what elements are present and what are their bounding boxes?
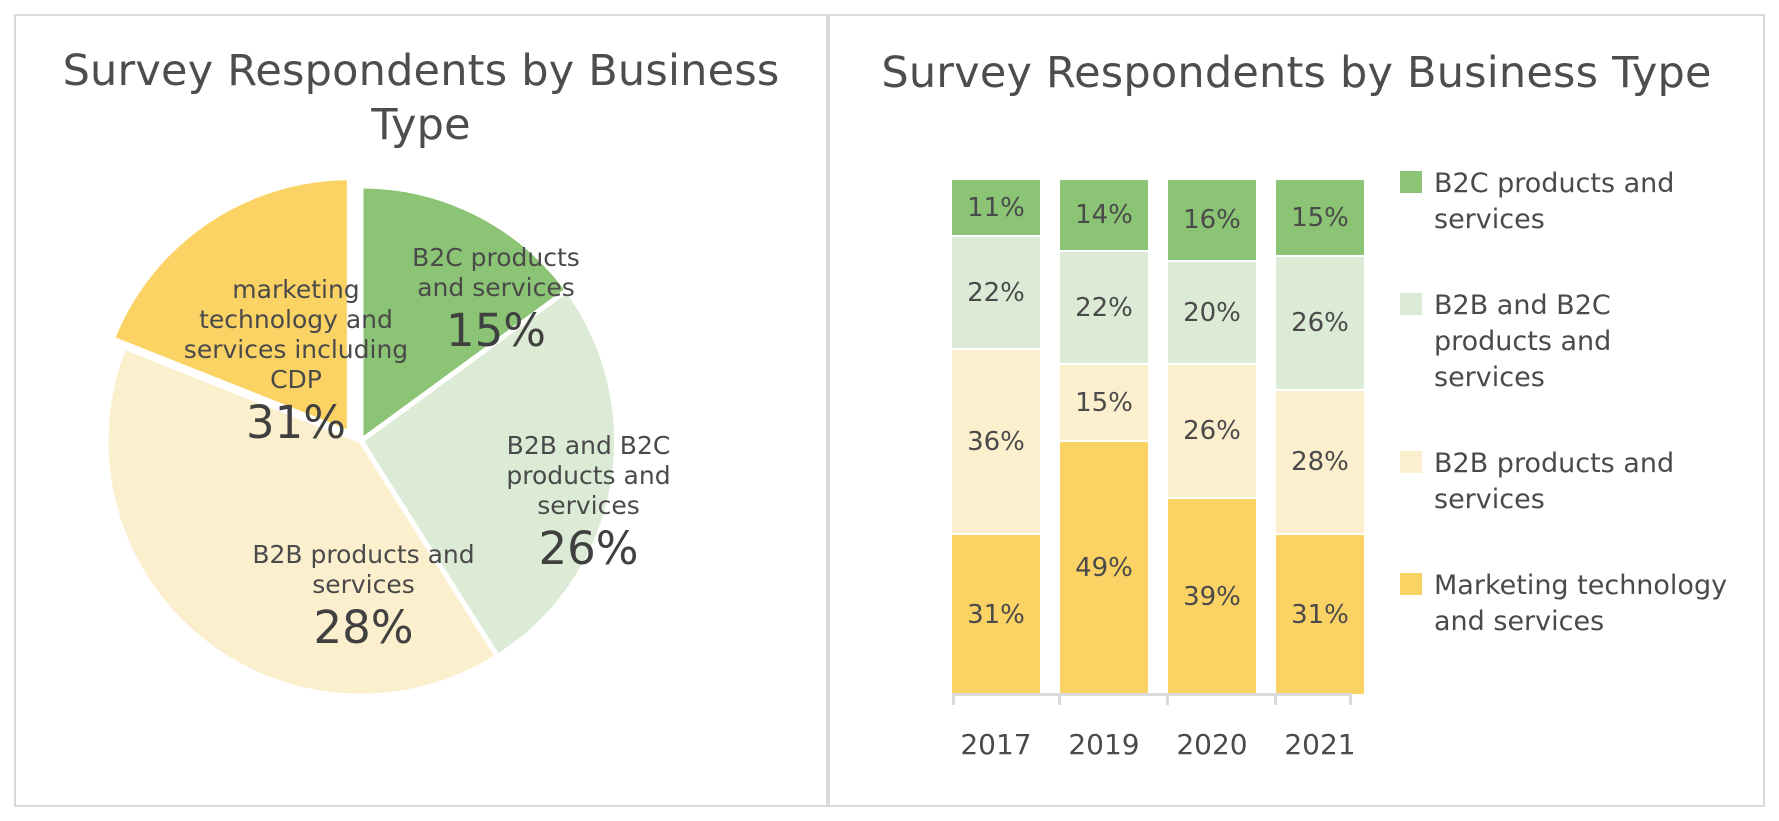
bar-segment-2019-martech[interactable]: 49% [1060,442,1148,694]
bar-segment-2021-b2c[interactable]: 15% [1276,180,1364,257]
legend-swatch-b2c-icon [1400,171,1422,193]
pie-slice-label-martech-text: marketing technology and services includ… [183,275,409,394]
legend-item-martech[interactable]: Marketing technology and services [1400,568,1730,640]
pie-slice-value-b2b: 28% [313,601,414,654]
x-axis-label-2017: 2017 [960,728,1032,761]
pie-slice-label-b2b-text: B2B products and services [252,540,475,599]
bar-column-2021[interactable]: 15% 26% 28% 31% [1276,180,1364,694]
legend-item-b2b[interactable]: B2B products and services [1400,446,1730,518]
bar-segment-2020-b2b-b2c[interactable]: 20% [1168,262,1256,365]
bar-segment-2021-b2b[interactable]: 28% [1276,391,1364,535]
legend-label-b2b: B2B products and services [1434,448,1675,515]
pie-slice-label-martech: marketing technology and services includ… [181,245,411,479]
x-axis-tick-0 [952,695,955,705]
bar-segment-2017-b2b-b2c[interactable]: 22% [952,237,1040,350]
bar-segment-2019-b2b[interactable]: 15% [1060,365,1148,442]
x-axis-label-2021: 2021 [1284,728,1356,761]
bar-segment-2017-b2b[interactable]: 36% [952,350,1040,535]
pie-chart-title: Survey Respondents by Business Type [62,46,780,150]
x-axis-label-2019: 2019 [1068,728,1140,761]
bar-chart-title: Survey Respondents by Business Type [881,48,1712,98]
pie-slice-label-b2b-b2c-text: B2B and B2C products and services [506,431,671,520]
bar-segment-2021-b2b-b2c[interactable]: 26% [1276,257,1364,391]
pie-chart-plot-area: B2C products and services 15% B2B and B2… [71,153,671,733]
bar-label-2020-martech: 39% [1183,581,1241,612]
bar-label-2020-b2c: 16% [1183,205,1241,235]
legend-swatch-b2b-icon [1400,451,1422,473]
legend-label-b2b-b2c: B2B and B2C products and services [1434,290,1612,393]
bar-label-2017-b2b-b2c: 22% [967,277,1025,308]
pie-slice-value-b2b-b2c: 26% [538,522,639,575]
pie-slice-label-b2b: B2B products and services 28% [236,510,491,684]
bar-segment-2019-b2c[interactable]: 14% [1060,180,1148,252]
bar-column-2019[interactable]: 14% 22% 15% 49% [1060,180,1148,694]
x-axis-tick-4 [1349,695,1352,705]
legend-item-b2b-b2c[interactable]: B2B and B2C products and services [1400,288,1730,396]
bar-chart-legend: B2C products and services B2B and B2C pr… [1400,166,1730,690]
pie-slice-value-b2c: 15% [445,304,547,357]
bar-label-2017-martech: 31% [967,599,1025,630]
pie-slice-label-b2c: B2C products and services 15% [396,213,596,387]
bar-label-2020-b2b: 26% [1183,416,1241,446]
bar-label-2017-b2c: 11% [967,192,1025,223]
pie-slice-label-b2c-text: B2C products and services [412,243,580,302]
bar-column-2020[interactable]: 16% 20% 26% 39% [1168,180,1256,694]
pie-chart-panel: Survey Respondents by Business Type B2C … [14,14,828,807]
bar-segment-2019-b2b-b2c[interactable]: 22% [1060,252,1148,365]
pie-slice-value-martech: 31% [245,396,347,449]
bar-label-2020-b2b-b2c: 20% [1183,297,1241,328]
bar-segment-2017-b2c[interactable]: 11% [952,180,1040,237]
legend-label-b2c: B2C products and services [1434,168,1675,235]
pie-slice-label-b2b-b2c: B2B and B2C products and services 26% [486,401,691,605]
bar-label-2021-martech: 31% [1291,599,1349,630]
bar-label-2019-martech: 49% [1075,553,1133,583]
bar-segment-2020-b2b[interactable]: 26% [1168,365,1256,499]
slide-canvas: Survey Respondents by Business Type B2C … [0,0,1779,821]
bar-chart-plot-area: 11% 22% 36% 31% 14% 22% 15% 49% 16% 20% … [952,151,1364,761]
bar-label-2019-b2b: 15% [1075,387,1133,418]
bar-label-2019-b2b-b2c: 22% [1075,292,1133,323]
bar-segment-2017-martech[interactable]: 31% [952,535,1040,694]
legend-swatch-b2b-b2c-icon [1400,293,1422,315]
bar-label-2017-b2b: 36% [967,426,1025,457]
bar-column-2017[interactable]: 11% 22% 36% 31% [952,180,1040,694]
bar-label-2019-b2c: 14% [1075,200,1133,230]
bar-segment-2020-martech[interactable]: 39% [1168,499,1256,694]
bar-segment-2021-martech[interactable]: 31% [1276,535,1364,694]
legend-item-b2c[interactable]: B2C products and services [1400,166,1730,238]
bar-label-2021-b2b: 28% [1291,447,1349,477]
bar-chart-panel: Survey Respondents by Business Type 11% … [828,14,1765,807]
x-axis-tick-1 [1058,695,1061,705]
bar-label-2021-b2b-b2c: 26% [1291,308,1349,338]
x-axis-label-2020: 2020 [1176,728,1248,761]
x-axis-tick-2 [1166,695,1169,705]
bar-label-2021-b2c: 15% [1291,202,1349,233]
x-axis-tick-3 [1274,695,1277,705]
legend-swatch-martech-icon [1400,573,1422,595]
bar-segment-2020-b2c[interactable]: 16% [1168,180,1256,262]
legend-label-martech: Marketing technology and services [1434,570,1728,637]
x-axis-line [952,693,1352,696]
